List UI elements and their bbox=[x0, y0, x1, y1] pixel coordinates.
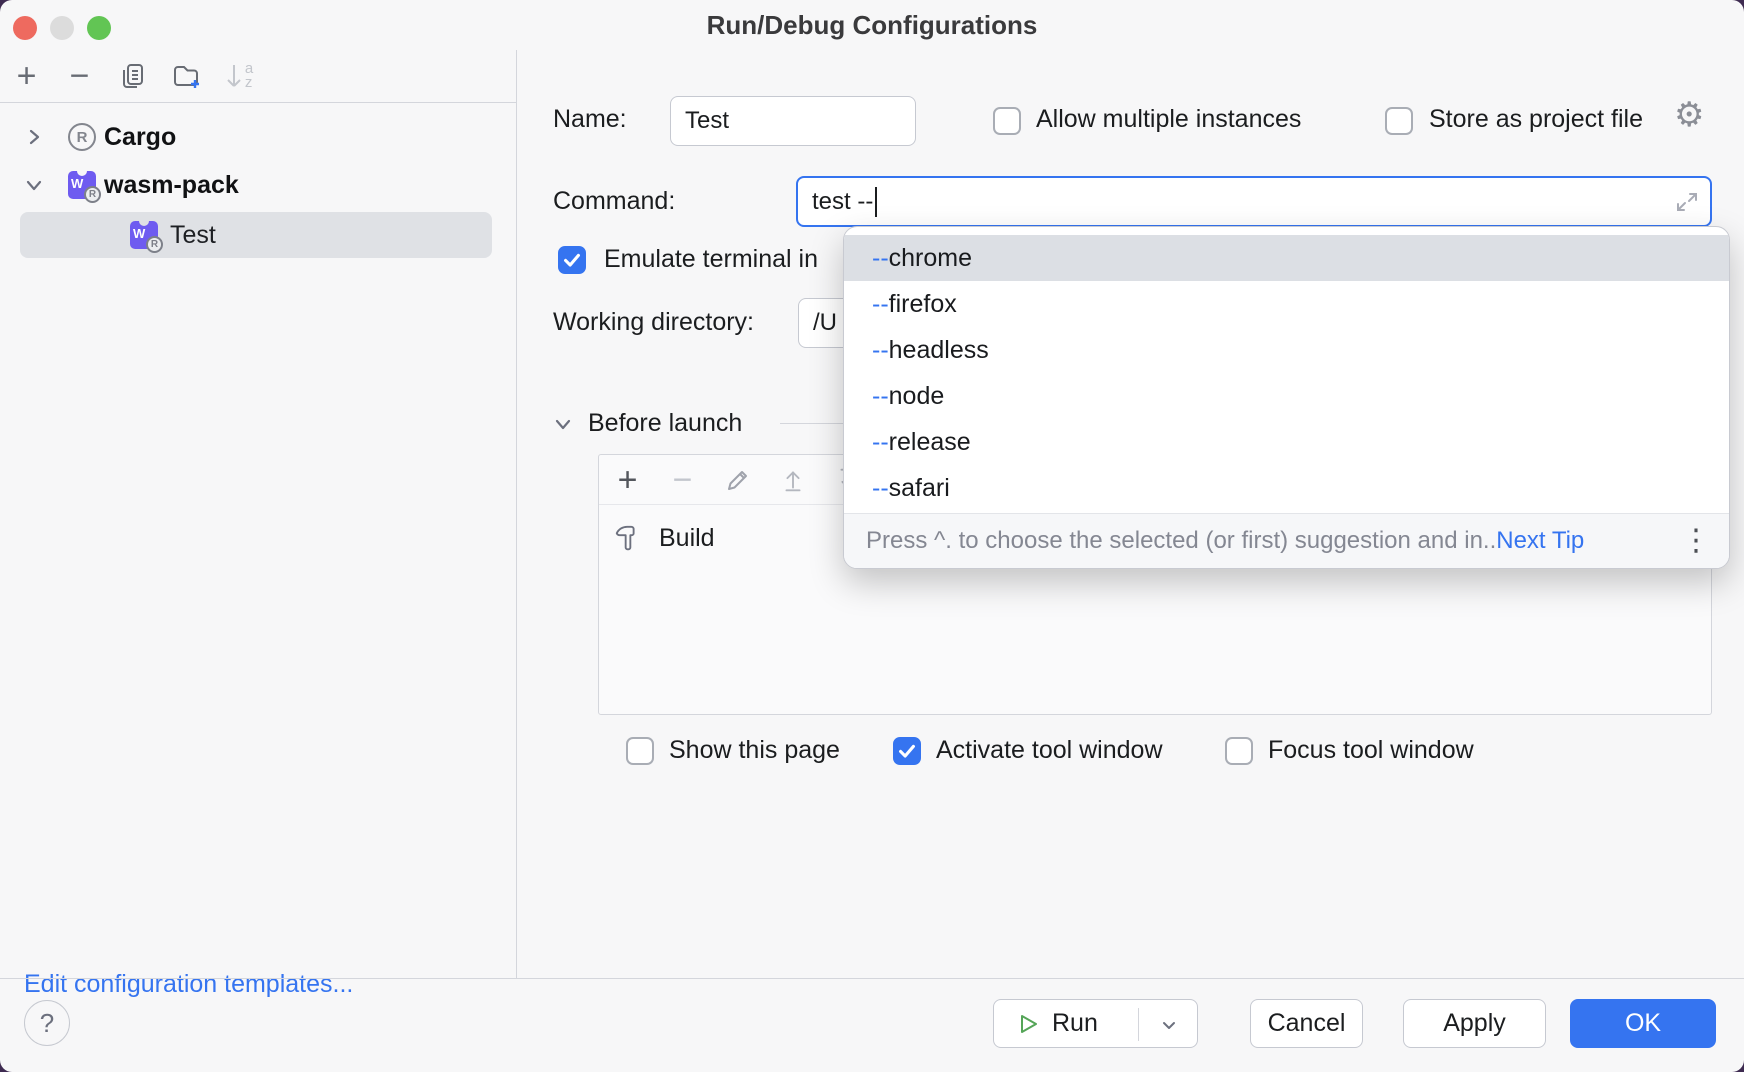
command-input[interactable]: test -- bbox=[796, 176, 1712, 227]
add-configuration-button[interactable]: + bbox=[10, 60, 43, 93]
suggestion-item-release[interactable]: --release bbox=[844, 419, 1729, 465]
new-folder-icon bbox=[170, 60, 202, 92]
show-this-page-checkbox[interactable] bbox=[626, 737, 654, 765]
working-directory-value: /U bbox=[813, 309, 837, 337]
suggestion-list: --chrome --firefox --headless --node --r… bbox=[844, 227, 1729, 511]
apply-button[interactable]: Apply bbox=[1403, 999, 1546, 1048]
store-as-project-file-checkbox[interactable] bbox=[1385, 107, 1413, 135]
gear-icon[interactable]: ⚙ bbox=[1674, 95, 1704, 135]
minus-icon: − bbox=[70, 59, 90, 93]
sort-az-icon: az bbox=[224, 62, 253, 90]
command-autocomplete-popup: --chrome --firefox --headless --node --r… bbox=[843, 226, 1730, 569]
build-task-item[interactable]: Build bbox=[659, 524, 715, 553]
add-task-button[interactable]: + bbox=[611, 463, 644, 496]
tree-item-wasm-pack[interactable]: W R wasm-pack bbox=[0, 162, 517, 208]
emulate-terminal-checkbox[interactable] bbox=[558, 246, 586, 274]
sort-configurations-button[interactable]: az bbox=[222, 60, 255, 93]
run-debug-configurations-dialog: Run/Debug Configurations + − bbox=[0, 0, 1744, 1072]
activate-tool-window-label: Activate tool window bbox=[936, 736, 1163, 765]
section-chevron-down-icon[interactable] bbox=[552, 413, 574, 435]
check-icon bbox=[561, 249, 583, 271]
kebab-menu-icon[interactable]: ⋮ bbox=[1681, 526, 1711, 556]
tree-item-label: wasm-pack bbox=[104, 171, 239, 200]
configurations-sidebar: + − az bbox=[0, 50, 517, 978]
chevron-down-icon[interactable] bbox=[24, 175, 44, 195]
edit-configuration-templates-link[interactable]: Edit configuration templates... bbox=[24, 970, 353, 999]
dialog-title: Run/Debug Configurations bbox=[0, 10, 1744, 41]
run-split-button[interactable]: Run bbox=[993, 999, 1198, 1048]
command-label: Command: bbox=[553, 187, 675, 216]
allow-multiple-instances-checkbox[interactable] bbox=[993, 107, 1021, 135]
text-caret bbox=[875, 187, 877, 217]
activate-tool-window-checkbox[interactable] bbox=[893, 737, 921, 765]
suggestion-hint-footer: Press ^. to choose the selected (or firs… bbox=[844, 513, 1729, 568]
working-directory-label: Working directory: bbox=[553, 308, 754, 337]
command-value: test -- bbox=[812, 188, 873, 216]
new-folder-button[interactable] bbox=[169, 60, 202, 93]
name-input[interactable] bbox=[670, 96, 916, 146]
pencil-icon bbox=[724, 466, 752, 494]
before-launch-section-label: Before launch bbox=[588, 409, 742, 438]
tree-item-cargo[interactable]: R Cargo bbox=[0, 114, 517, 160]
arrow-up-from-line-icon bbox=[778, 465, 808, 495]
move-task-up-button[interactable] bbox=[776, 463, 809, 496]
suggestion-item-node[interactable]: --node bbox=[844, 373, 1729, 419]
copy-configuration-button[interactable] bbox=[116, 60, 149, 93]
plus-icon: + bbox=[618, 463, 638, 497]
emulate-terminal-label: Emulate terminal in bbox=[604, 245, 818, 274]
remove-task-button[interactable]: − bbox=[666, 463, 699, 496]
suggestion-item-headless[interactable]: --headless bbox=[844, 327, 1729, 373]
next-tip-link[interactable]: Next Tip bbox=[1496, 527, 1584, 555]
minus-icon: − bbox=[673, 463, 693, 497]
play-icon bbox=[1016, 1012, 1040, 1036]
hammer-icon bbox=[613, 523, 643, 553]
question-mark-icon: ? bbox=[40, 1008, 54, 1039]
show-this-page-label: Show this page bbox=[669, 736, 840, 765]
check-icon bbox=[896, 740, 918, 762]
cargo-icon: R bbox=[68, 123, 96, 151]
footer-divider bbox=[0, 978, 1744, 979]
plus-icon: + bbox=[17, 59, 37, 93]
sidebar-toolbar: + − az bbox=[0, 50, 516, 103]
focus-tool-window-label: Focus tool window bbox=[1268, 736, 1474, 765]
edit-task-button[interactable] bbox=[721, 463, 754, 496]
rust-badge-icon: R bbox=[146, 236, 163, 253]
tree-item-test-selected[interactable]: W R Test bbox=[20, 212, 492, 258]
ok-button[interactable]: OK bbox=[1570, 999, 1716, 1048]
allow-multiple-instances-label: Allow multiple instances bbox=[1036, 105, 1301, 134]
tree-item-label: Cargo bbox=[104, 123, 176, 152]
remove-configuration-button[interactable]: − bbox=[63, 60, 96, 93]
chevron-right-icon[interactable] bbox=[24, 127, 44, 147]
tree-item-label: Test bbox=[170, 221, 216, 250]
wasm-pack-icon: W R bbox=[68, 171, 96, 199]
name-label: Name: bbox=[553, 105, 627, 134]
button-separator bbox=[1138, 1008, 1139, 1041]
help-button[interactable]: ? bbox=[24, 1000, 70, 1046]
focus-tool-window-checkbox[interactable] bbox=[1225, 737, 1253, 765]
cancel-button[interactable]: Cancel bbox=[1250, 999, 1363, 1048]
rust-badge-icon: R bbox=[84, 186, 101, 203]
chevron-down-icon[interactable] bbox=[1157, 1013, 1181, 1037]
hint-text: Press ^. to choose the selected (or firs… bbox=[866, 527, 1496, 555]
suggestion-item-chrome[interactable]: --chrome bbox=[844, 235, 1729, 281]
expand-field-icon[interactable] bbox=[1674, 189, 1700, 215]
wasm-pack-icon: W R bbox=[130, 221, 158, 249]
run-button-label: Run bbox=[1052, 1009, 1098, 1038]
suggestion-item-firefox[interactable]: --firefox bbox=[844, 281, 1729, 327]
suggestion-item-safari[interactable]: --safari bbox=[844, 465, 1729, 511]
store-as-project-file-label: Store as project file bbox=[1429, 105, 1643, 134]
copy-icon bbox=[117, 60, 149, 92]
